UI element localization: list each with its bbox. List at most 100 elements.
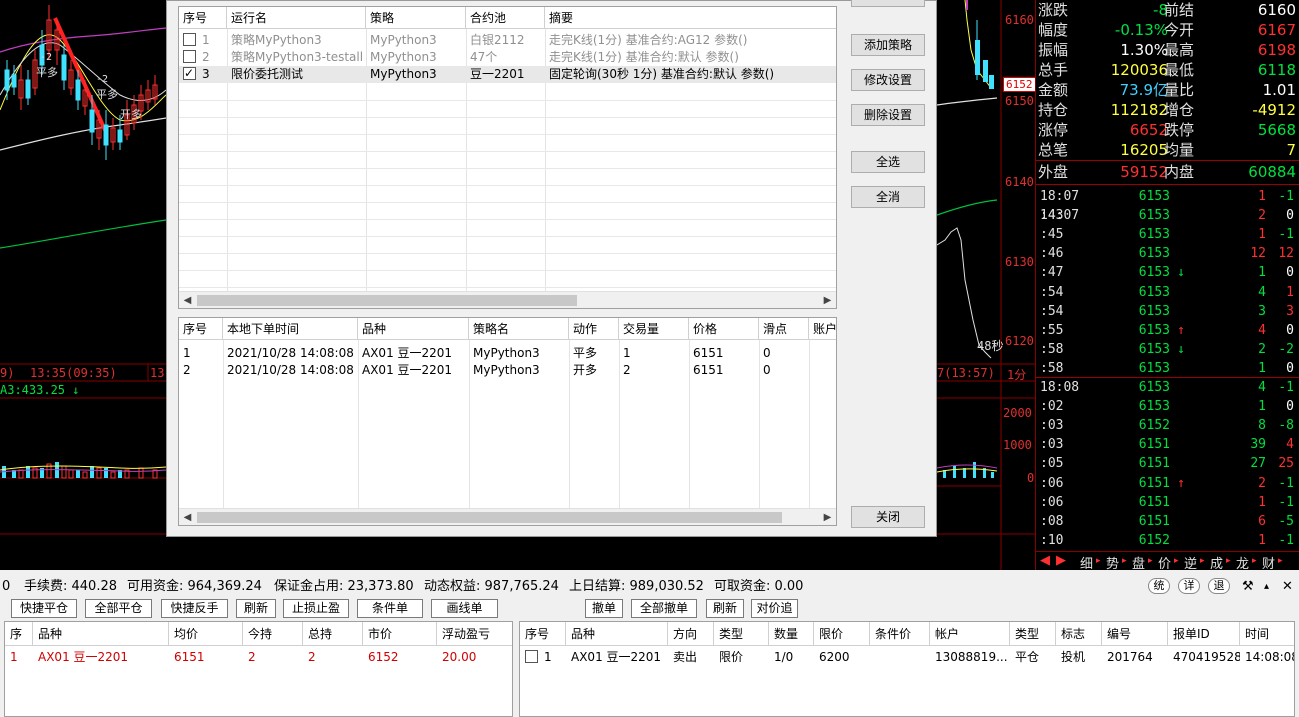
add-strategy-button[interactable]: 添加策略 xyxy=(851,34,925,56)
order-checkbox[interactable] xyxy=(525,650,538,663)
strategy-grid-hscroll[interactable]: ◀ ▶ xyxy=(179,291,836,308)
strategy-row[interactable]: 2 策略MyPython3-testall MyPython3 47个 走完K线(1分)… xyxy=(179,49,836,66)
order-log-row[interactable]: 1 2021/10/28 14:08:08 AX01 豆一2201 MyPython3… xyxy=(179,345,836,362)
scroll-right-icon[interactable]: ▶ xyxy=(819,509,836,525)
tick-row[interactable]: :47 6153 ↓ 1 0 xyxy=(1036,263,1299,282)
col-header[interactable]: 合约池 xyxy=(466,7,545,29)
line-order-button[interactable]: 画线单 xyxy=(431,599,498,618)
col-header[interactable]: 序号 xyxy=(179,318,223,340)
col-header[interactable]: 市价 xyxy=(363,622,437,646)
tick-chart-strip[interactable]: 6160 6152 6150 6140 6130 6120 48秒 7(13:5… xyxy=(937,0,1036,570)
col-header[interactable]: 标志 xyxy=(1056,622,1102,646)
col-header[interactable]: 方向 xyxy=(668,622,714,646)
col-header[interactable]: 帐户 xyxy=(930,622,1010,646)
scroll-thumb[interactable] xyxy=(197,295,577,306)
tools-icon[interactable]: ⚒ xyxy=(1242,576,1254,597)
modify-settings-button[interactable]: 修改设置 xyxy=(851,69,925,91)
scroll-thumb[interactable] xyxy=(197,512,782,523)
order-row[interactable]: 1 AX01 豆一2201 卖出 限价 1/0 6200 13088819...… xyxy=(520,646,1294,668)
tick-row[interactable]: :05 6151 27 25 xyxy=(1036,454,1299,473)
strategy-row[interactable]: 1 策略MyPython3 MyPython3 白银2112 走完K线(1分) 基准合约… xyxy=(179,32,836,49)
col-header[interactable]: 限价 xyxy=(814,622,870,646)
col-header[interactable]: 条件价 xyxy=(870,622,930,646)
tab-next-icon[interactable]: ▶ xyxy=(1056,553,1066,568)
tick-row[interactable]: 18:07 14:07 6153 1 -1 xyxy=(1036,187,1299,223)
scroll-left-icon[interactable]: ◀ xyxy=(179,292,196,308)
col-header[interactable]: 序号 xyxy=(520,622,566,646)
col-header[interactable]: 数量 xyxy=(769,622,814,646)
col-header[interactable]: 滑点 xyxy=(759,318,809,340)
col-header[interactable]: 品种 xyxy=(33,622,169,646)
tick-row[interactable]: :03 6152 8 -8 xyxy=(1036,416,1299,435)
tick-row[interactable]: :55 6153 ↑ 4 0 xyxy=(1036,321,1299,340)
position-row[interactable]: 1 AX01 豆一2201 6151 2 2 6152 20.00 xyxy=(5,646,512,668)
tick-row[interactable]: :43 6153 2 0 xyxy=(1036,206,1299,225)
quick-reverse-button[interactable]: 快捷反手 xyxy=(161,599,228,618)
kline-chart-left[interactable]: 平多 平多 开多 -2 -2 9) 13:35(09:35) 13 A3:433… xyxy=(0,0,166,570)
conditional-order-button[interactable]: 条件单 xyxy=(357,599,423,618)
tick-row[interactable]: :58 6153 ↓ 2 -2 xyxy=(1036,340,1299,359)
strategy-grid[interactable]: 序号 运行名 策略 合约池 摘要 1 策略MyPython3 MyPython3 白银… xyxy=(178,6,837,309)
col-header[interactable]: 浮动盈亏 xyxy=(437,622,512,646)
detail-toggle-button[interactable]: 详 xyxy=(1178,578,1200,594)
col-header[interactable]: 账户 xyxy=(809,318,836,340)
col-header[interactable]: 价格 xyxy=(689,318,759,340)
period-label[interactable]: 1分 xyxy=(1007,366,1026,383)
scroll-left-icon[interactable]: ◀ xyxy=(179,509,196,525)
col-header[interactable]: 策略名 xyxy=(469,318,569,340)
pin-icon[interactable]: ▴ xyxy=(1264,576,1269,597)
col-header[interactable]: 序 xyxy=(5,622,33,646)
order-log-row[interactable]: 2 2021/10/28 14:08:08 AX01 豆一2201 MyPython3… xyxy=(179,362,836,379)
col-header[interactable]: 摘要 xyxy=(545,7,836,29)
col-header[interactable]: 今持 xyxy=(243,622,303,646)
close-all-button[interactable]: 全部平仓 xyxy=(85,599,152,618)
tick-row[interactable]: :45 6153 1 -1 xyxy=(1036,225,1299,244)
tick-row[interactable]: :46 6153 12 12 xyxy=(1036,244,1299,263)
tick-row[interactable]: :02 6153 1 0 xyxy=(1036,397,1299,416)
chase-price-button[interactable]: 对价追 xyxy=(751,599,798,618)
logout-button[interactable]: 退 xyxy=(1208,578,1230,594)
col-header[interactable]: 类型 xyxy=(1010,622,1056,646)
col-header[interactable]: 报单ID xyxy=(1168,622,1240,646)
select-all-button[interactable]: 全选 xyxy=(851,151,925,173)
col-header[interactable]: 编号 xyxy=(1102,622,1168,646)
refresh-orders-button[interactable]: 刷新 xyxy=(706,599,744,618)
col-header[interactable]: 本地下单时间 xyxy=(223,318,358,340)
close-button[interactable]: 关闭 xyxy=(851,506,925,528)
summary-toggle-button[interactable]: 统 xyxy=(1148,578,1170,594)
tick-row[interactable]: :10 6152 1 -1 xyxy=(1036,531,1299,550)
delete-settings-button[interactable]: 删除设置 xyxy=(851,104,925,126)
deselect-all-button[interactable]: 全消 xyxy=(851,186,925,208)
refresh-positions-button[interactable]: 刷新 xyxy=(236,599,276,618)
cancel-order-button[interactable]: 撤单 xyxy=(585,599,623,618)
col-header[interactable]: 品种 xyxy=(566,622,668,646)
cancel-all-button[interactable]: 全部撤单 xyxy=(631,599,697,618)
tick-row[interactable]: :58 6153 1 0 xyxy=(1036,359,1299,378)
strategy-checkbox[interactable] xyxy=(183,33,196,46)
close-icon[interactable]: ✕ xyxy=(1282,576,1293,597)
order-grid[interactable]: 序号 本地下单时间 品种 策略名 动作 交易量 价格 滑点 账户 1 2021/1… xyxy=(178,317,837,526)
strategy-row[interactable]: 3 限价委托测试 MyPython3 豆一2201 固定轮询(30秒 1分) 基准合约:… xyxy=(179,65,836,83)
stop-loss-button[interactable]: 止损止盈 xyxy=(283,599,349,618)
col-header[interactable]: 序号 xyxy=(179,7,227,29)
tick-row[interactable]: :03 6151 39 4 xyxy=(1036,435,1299,454)
scroll-right-icon[interactable]: ▶ xyxy=(819,292,836,308)
col-header[interactable]: 动作 xyxy=(569,318,619,340)
col-header[interactable]: 总持 xyxy=(303,622,363,646)
tick-row[interactable]: :54 6153 4 1 xyxy=(1036,283,1299,302)
order-grid-hscroll[interactable]: ◀ ▶ xyxy=(179,508,836,525)
tick-row[interactable]: :06 6151 1 -1 xyxy=(1036,493,1299,512)
col-header[interactable]: 交易量 xyxy=(619,318,689,340)
working-orders-table[interactable]: 序号 品种 方向 类型 数量 限价 条件价 帐户 类型 标志 编号 报单ID 时… xyxy=(519,621,1295,717)
col-header[interactable]: 均价 xyxy=(169,622,243,646)
col-header[interactable]: 类型 xyxy=(714,622,769,646)
positions-table[interactable]: 序 品种 均价 今持 总持 市价 浮动盈亏 1 AX01 豆一2201 6151… xyxy=(4,621,513,717)
tick-row[interactable]: :08 6151 6 -5 xyxy=(1036,512,1299,531)
col-header[interactable]: 品种 xyxy=(358,318,469,340)
col-header[interactable]: 时间 xyxy=(1240,622,1294,646)
tick-row[interactable]: :06 6151 ↑ 2 -1 xyxy=(1036,474,1299,493)
strategy-checkbox[interactable] xyxy=(183,65,196,82)
tab-prev-icon[interactable]: ◀ xyxy=(1040,553,1050,568)
col-header[interactable]: 运行名 xyxy=(227,7,366,29)
col-header[interactable]: 策略 xyxy=(366,7,466,29)
